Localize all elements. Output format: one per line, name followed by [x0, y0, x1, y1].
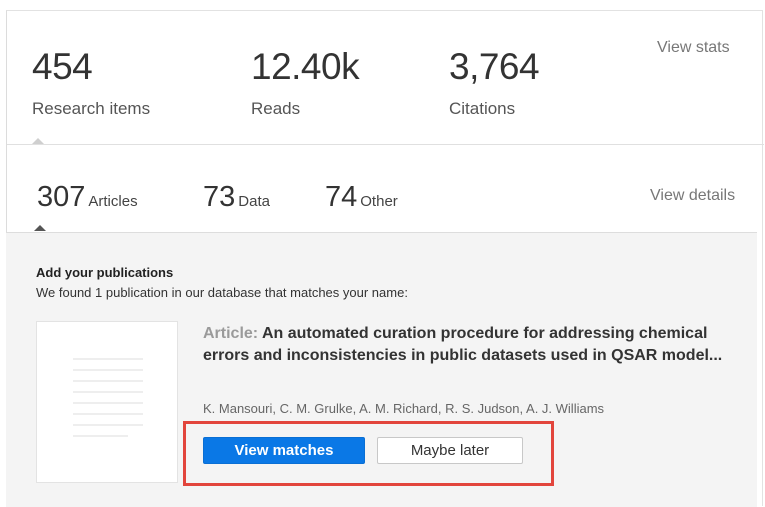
count-value: 307 [37, 181, 86, 213]
count-articles[interactable]: 307 Articles [37, 181, 138, 214]
stat-label: Research items [32, 99, 151, 118]
count-data[interactable]: 73 Data [203, 181, 270, 214]
stat-label: Citations [449, 99, 516, 118]
maybe-later-button[interactable]: Maybe later [377, 437, 523, 464]
stat-research-items: 454 Research items [32, 47, 150, 119]
prompt-title: Add your publications [36, 265, 174, 280]
count-label: Articles [88, 193, 138, 210]
stat-citations: 3,764 Citations [449, 46, 540, 119]
thumb-line [73, 391, 143, 393]
stat-value: 12.40k [251, 46, 360, 87]
thumb-line [73, 424, 143, 426]
author[interactable]: A. J. Williams [526, 401, 604, 416]
count-value: 73 [203, 181, 236, 213]
author[interactable]: R. S. Judson [445, 401, 519, 416]
author-list: K. Mansouri, C. M. Grulke, A. M. Richard… [203, 401, 605, 416]
article-title-text: An automated curation procedure for addr… [203, 325, 723, 364]
author[interactable]: A. M. Richard [359, 401, 438, 416]
thumb-line [73, 413, 143, 415]
article-type: Article: [203, 325, 259, 342]
thumb-line [73, 402, 143, 404]
prompt-subtitle: We found 1 publication in our database t… [36, 285, 408, 300]
count-label: Data [238, 193, 270, 210]
thumb-line [73, 369, 143, 371]
stat-value: 3,764 [449, 46, 540, 87]
add-publications-panel: Add your publications We found 1 publica… [6, 232, 757, 507]
author[interactable]: K. Mansouri [203, 401, 272, 416]
count-other[interactable]: 74 Other [325, 181, 398, 214]
count-label: Other [360, 193, 398, 210]
divider [7, 144, 764, 145]
thumb-line [73, 435, 128, 437]
thumb-line [73, 380, 143, 382]
view-matches-button[interactable]: View matches [203, 437, 365, 464]
stat-value: 454 [32, 46, 93, 87]
stat-reads: 12.40k Reads [251, 46, 360, 119]
stat-label: Reads [251, 99, 301, 118]
publication-thumbnail[interactable] [36, 321, 178, 483]
selected-tab-caret-icon [34, 225, 46, 231]
article-title[interactable]: Article: An automated curation procedure… [203, 323, 751, 367]
thumb-line [73, 358, 143, 360]
count-value: 74 [325, 181, 358, 213]
view-details-link[interactable]: View details [650, 187, 735, 205]
view-stats-link[interactable]: View stats [657, 39, 730, 57]
author[interactable]: C. M. Grulke [280, 401, 353, 416]
